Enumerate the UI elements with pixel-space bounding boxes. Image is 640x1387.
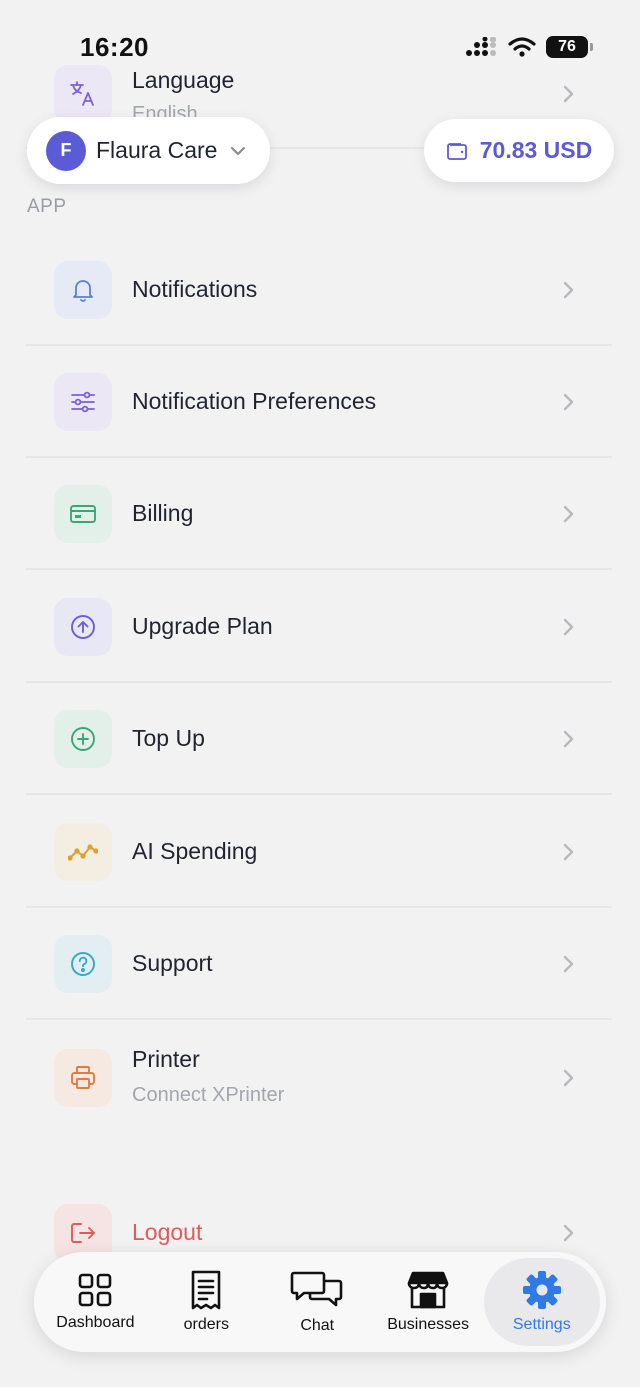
signal-icon bbox=[466, 37, 496, 56]
tab-businesses[interactable]: Businesses bbox=[373, 1258, 484, 1346]
receipt-icon bbox=[192, 1270, 221, 1310]
tab-label: Settings bbox=[512, 1316, 571, 1333]
chevron-right-icon bbox=[556, 952, 580, 976]
status-bar: 16:20 76 bbox=[0, 0, 640, 70]
tab-chat[interactable]: Chat bbox=[262, 1258, 373, 1346]
business-switcher[interactable]: F Flaura Care bbox=[27, 117, 270, 184]
sliders-icon bbox=[71, 391, 95, 413]
tab-dashboard[interactable]: Dashboard bbox=[40, 1258, 151, 1346]
row-icon-bg bbox=[54, 598, 112, 656]
wallet-icon bbox=[446, 142, 467, 160]
row-label: Support bbox=[132, 950, 213, 976]
settings-row-upgrade-plan[interactable]: Upgrade Plan bbox=[26, 571, 612, 683]
credit-card-icon bbox=[70, 505, 96, 523]
help-circle-icon bbox=[71, 952, 95, 976]
row-label: AI Spending bbox=[132, 838, 258, 864]
row-label: Upgrade Plan bbox=[132, 613, 273, 639]
printer-icon bbox=[71, 1066, 95, 1089]
row-icon-bg bbox=[54, 65, 112, 123]
chevron-right-icon bbox=[556, 82, 580, 106]
settings-row-ai-spending[interactable]: AI Spending bbox=[26, 796, 612, 908]
status-time: 16:20 bbox=[80, 32, 149, 62]
row-label: Language bbox=[132, 67, 235, 93]
tab-label: Businesses bbox=[387, 1316, 470, 1333]
store-icon bbox=[407, 1271, 449, 1309]
gear-icon bbox=[522, 1271, 561, 1309]
chevron-right-icon bbox=[556, 1221, 580, 1245]
bottom-tab-bar: Dashboard orders Chat Businesses Setting… bbox=[34, 1252, 606, 1352]
business-avatar: F bbox=[46, 130, 86, 171]
bell-icon bbox=[73, 280, 93, 302]
chevron-right-icon bbox=[556, 727, 580, 751]
section-title-app: APP bbox=[27, 196, 67, 217]
chevron-right-icon bbox=[556, 840, 580, 864]
chevron-right-icon bbox=[556, 278, 580, 302]
row-icon-bg bbox=[54, 1049, 112, 1107]
chevron-down-icon bbox=[229, 145, 247, 157]
row-label: Notification Preferences bbox=[132, 388, 377, 414]
row-label: Top Up bbox=[132, 725, 205, 751]
tab-orders[interactable]: orders bbox=[151, 1258, 262, 1346]
grid-icon bbox=[79, 1273, 112, 1307]
trend-line-icon bbox=[68, 844, 98, 861]
tab-label: Chat bbox=[300, 1317, 335, 1334]
settings-row-support[interactable]: Support bbox=[26, 908, 612, 1020]
row-icon-bg bbox=[54, 935, 112, 993]
chevron-right-icon bbox=[556, 502, 580, 526]
battery-indicator: 76 bbox=[546, 36, 593, 58]
row-label: Notifications bbox=[132, 276, 258, 302]
logout-label: Logout bbox=[132, 1219, 203, 1245]
chevron-right-icon bbox=[556, 1066, 580, 1090]
chevron-right-icon bbox=[556, 615, 580, 639]
logout-icon bbox=[71, 1223, 95, 1243]
settings-row-printer[interactable]: Printer Connect XPrinter bbox=[26, 1020, 612, 1137]
row-subtitle: Connect XPrinter bbox=[132, 1084, 285, 1106]
tab-settings[interactable]: Settings bbox=[483, 1258, 600, 1346]
tab-label: Dashboard bbox=[56, 1314, 135, 1331]
status-icons: 76 bbox=[466, 36, 593, 58]
row-icon-bg bbox=[54, 261, 112, 319]
business-name: Flaura Care bbox=[96, 137, 218, 163]
row-icon-bg bbox=[54, 485, 112, 543]
row-icon-bg bbox=[54, 710, 112, 768]
plus-circle-icon bbox=[71, 727, 95, 751]
tab-label: orders bbox=[183, 1316, 230, 1333]
settings-row-notifications[interactable]: Notifications bbox=[26, 234, 612, 346]
translate-icon bbox=[70, 81, 94, 106]
wallet-amount: 70.83 USD bbox=[479, 137, 593, 163]
wifi-icon bbox=[508, 37, 536, 57]
row-label: Printer bbox=[132, 1046, 200, 1072]
arrow-up-circle-icon bbox=[71, 615, 95, 639]
wallet-balance-button[interactable]: 70.83 USD bbox=[424, 119, 614, 182]
chevron-right-icon bbox=[556, 390, 580, 414]
settings-row-top-up[interactable]: Top Up bbox=[26, 683, 612, 795]
settings-row-billing[interactable]: Billing bbox=[26, 458, 612, 570]
settings-row-notification-preferences[interactable]: Notification Preferences bbox=[26, 346, 612, 458]
row-label: Billing bbox=[132, 500, 194, 526]
row-icon-bg bbox=[54, 373, 112, 431]
chat-icon bbox=[290, 1271, 343, 1307]
row-icon-bg bbox=[54, 823, 112, 881]
